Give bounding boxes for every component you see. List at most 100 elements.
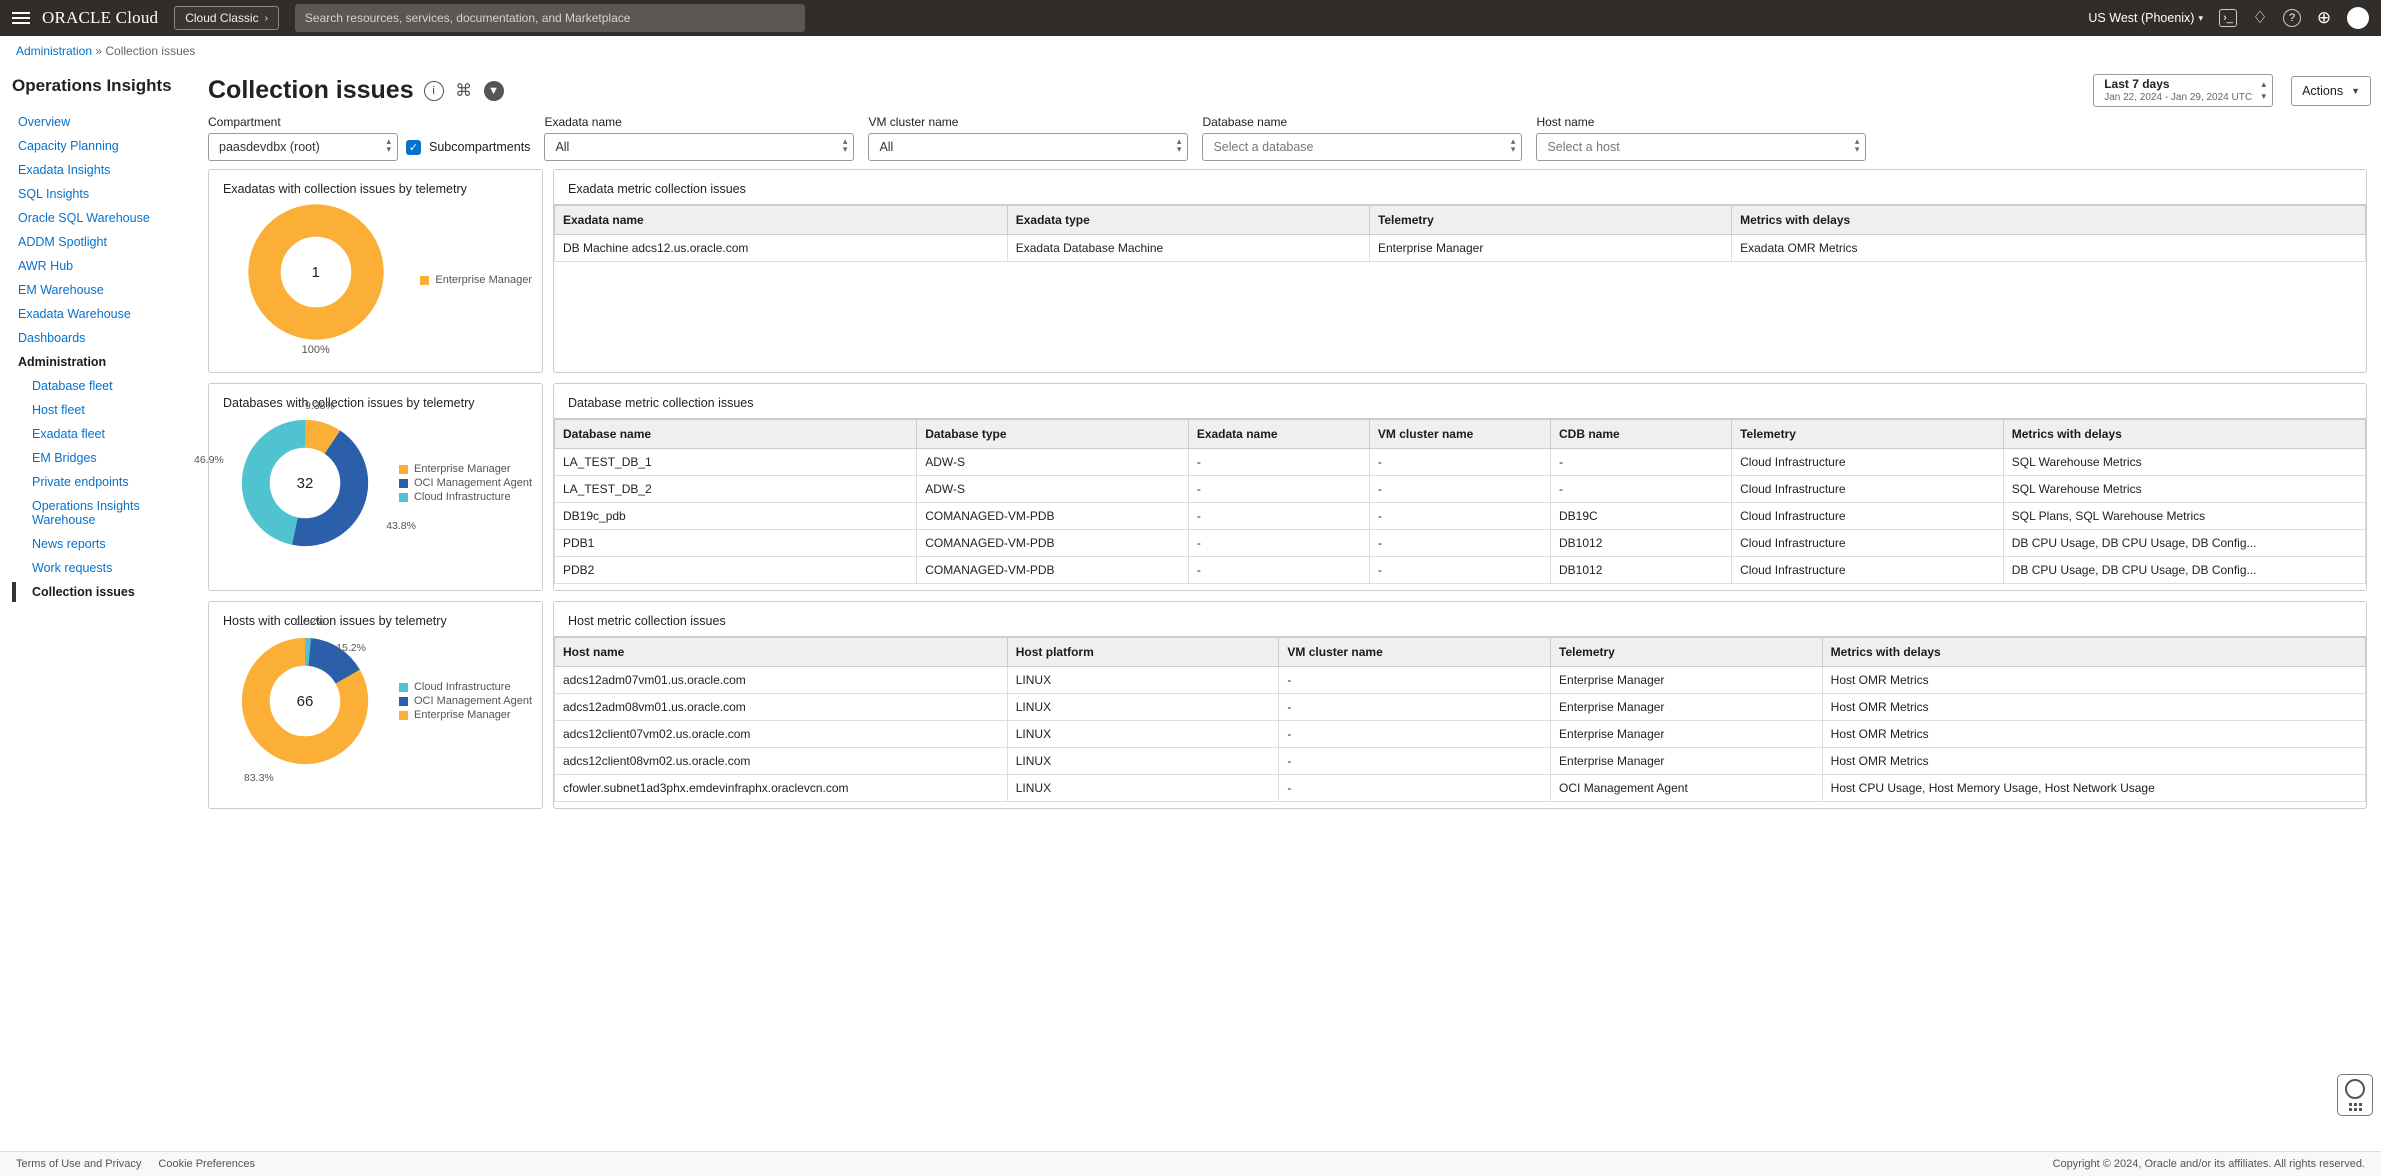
host-metric-table[interactable]: Host nameHost platformVM cluster nameTel… <box>554 637 2366 802</box>
table-header[interactable]: VM cluster name <box>1369 420 1550 449</box>
table-row[interactable]: adcs12client07vm02.us.oracle.comLINUX-En… <box>555 721 2366 748</box>
table-header[interactable]: Host platform <box>1007 638 1279 667</box>
hosts-donut-chart[interactable]: 66 1.52% 15.2% 83.3% <box>240 636 370 766</box>
compartment-select[interactable]: paasdevdbx (root)▴▾ <box>208 133 398 161</box>
table-row[interactable]: PDB2COMANAGED-VM-PDB--DB1012Cloud Infras… <box>555 557 2366 584</box>
table-header[interactable]: Exadata name <box>1188 420 1369 449</box>
panel-exadata-table: Exadata metric collection issues Exadata… <box>553 169 2367 373</box>
language-globe-icon[interactable]: ⊕ <box>2315 9 2333 27</box>
legend-item[interactable]: Cloud Infrastructure <box>399 681 532 693</box>
databases-donut-chart[interactable]: 32 9.38% 43.8% 46.9% <box>240 418 370 548</box>
cloud-classic-button[interactable]: Cloud Classic› <box>174 6 279 30</box>
cookie-prefs-link[interactable]: Cookie Preferences <box>158 1158 255 1170</box>
sidebar-item-dashboards[interactable]: Dashboards <box>12 326 200 350</box>
nav-menu-button[interactable] <box>12 9 30 27</box>
notifications-icon[interactable]: ♢ <box>2251 9 2269 27</box>
panel-hosts-chart: Hosts with collection issues by telemetr… <box>208 601 543 809</box>
sidebar-item-capacity-planning[interactable]: Capacity Planning <box>12 134 200 158</box>
table-header[interactable]: CDB name <box>1551 420 1732 449</box>
breadcrumb-administration-link[interactable]: Administration <box>16 44 92 58</box>
table-cell: LINUX <box>1007 667 1279 694</box>
exadatas-donut-chart[interactable]: 1 <box>248 204 384 340</box>
subcompartments-checkbox[interactable]: ✓ <box>406 140 421 155</box>
table-header[interactable]: Exadata type <box>1007 206 1369 235</box>
table-header[interactable]: Metrics with delays <box>1732 206 2366 235</box>
table-cell: ADW-S <box>917 476 1189 503</box>
table-header[interactable]: Host name <box>555 638 1008 667</box>
sidebar-item-news-reports[interactable]: News reports <box>12 532 200 556</box>
table-row[interactable]: adcs12adm07vm01.us.oracle.comLINUX-Enter… <box>555 667 2366 694</box>
table-row[interactable]: LA_TEST_DB_2ADW-S---Cloud Infrastructure… <box>555 476 2366 503</box>
sidebar-item-exadata-warehouse[interactable]: Exadata Warehouse <box>12 302 200 326</box>
table-row[interactable]: adcs12client08vm02.us.oracle.comLINUX-En… <box>555 748 2366 775</box>
sidebar-item-work-requests[interactable]: Work requests <box>12 556 200 580</box>
info-icon[interactable]: i <box>424 81 444 101</box>
legend-item[interactable]: OCI Management Agent <box>399 477 532 489</box>
sidebar-item-em-warehouse[interactable]: EM Warehouse <box>12 278 200 302</box>
sidebar-item-sql-insights[interactable]: SQL Insights <box>12 182 200 206</box>
legend-item[interactable]: Enterprise Manager <box>399 709 532 721</box>
filter-icon[interactable]: ▼ <box>484 81 504 101</box>
table-header[interactable]: Telemetry <box>1551 638 1823 667</box>
sidebar-item-awr-hub[interactable]: AWR Hub <box>12 254 200 278</box>
legend: Enterprise Manager OCI Management Agent … <box>399 461 532 505</box>
sidebar-item-em-bridges[interactable]: EM Bridges <box>12 446 200 470</box>
actions-menu-button[interactable]: Actions▼ <box>2291 76 2371 106</box>
table-header[interactable]: Metrics with delays <box>2003 420 2365 449</box>
legend-item[interactable]: Enterprise Manager <box>420 274 532 286</box>
table-header[interactable]: Database name <box>555 420 917 449</box>
table-row[interactable]: DB Machine adcs12.us.oracle.comExadata D… <box>555 235 2366 262</box>
vmcluster-name-label: VM cluster name <box>868 115 1188 129</box>
region-selector[interactable]: US West (Phoenix)▾ <box>2086 7 2205 29</box>
table-cell: adcs12adm08vm01.us.oracle.com <box>555 694 1008 721</box>
donut-bottom-label: 100% <box>219 344 412 356</box>
table-cell: Host OMR Metrics <box>1822 694 2365 721</box>
sidebar-item-oracle-sql-warehouse[interactable]: Oracle SQL Warehouse <box>12 206 200 230</box>
table-cell: - <box>1188 557 1369 584</box>
sidebar-item-host-fleet[interactable]: Host fleet <box>12 398 200 422</box>
table-header[interactable]: Metrics with delays <box>1822 638 2365 667</box>
table-cell: Exadata OMR Metrics <box>1732 235 2366 262</box>
table-row[interactable]: LA_TEST_DB_1ADW-S---Cloud Infrastructure… <box>555 449 2366 476</box>
user-avatar[interactable] <box>2347 7 2369 29</box>
sidebar-item-database-fleet[interactable]: Database fleet <box>12 374 200 398</box>
sidebar-item-exadata-insights[interactable]: Exadata Insights <box>12 158 200 182</box>
table-cell: - <box>1279 775 1551 802</box>
host-name-select[interactable]: Select a host▴▾ <box>1536 133 1866 161</box>
legend-item[interactable]: Cloud Infrastructure <box>399 491 532 503</box>
dev-tools-icon[interactable]: ›_ <box>2219 9 2237 27</box>
compartment-tree-icon[interactable]: ⌘ <box>454 81 474 101</box>
help-icon[interactable]: ? <box>2283 9 2301 27</box>
sidebar-item-operations-insights-warehouse[interactable]: Operations Insights Warehouse <box>12 494 200 532</box>
sidebar-item-collection-issues[interactable]: Collection issues <box>12 580 200 604</box>
table-header[interactable]: Telemetry <box>1732 420 2004 449</box>
sidebar-item-administration[interactable]: Administration <box>12 350 200 374</box>
database-metric-table[interactable]: Database nameDatabase typeExadata nameVM… <box>554 419 2366 584</box>
table-row[interactable]: adcs12adm08vm01.us.oracle.comLINUX-Enter… <box>555 694 2366 721</box>
table-row[interactable]: PDB1COMANAGED-VM-PDB--DB1012Cloud Infras… <box>555 530 2366 557</box>
table-cell: - <box>1188 449 1369 476</box>
exadata-name-select[interactable]: All▴▾ <box>544 133 854 161</box>
sidebar-item-exadata-fleet[interactable]: Exadata fleet <box>12 422 200 446</box>
vmcluster-name-select[interactable]: All▴▾ <box>868 133 1188 161</box>
sidebar-item-addm-spotlight[interactable]: ADDM Spotlight <box>12 230 200 254</box>
exadata-metric-table[interactable]: Exadata nameExadata typeTelemetryMetrics… <box>554 205 2366 262</box>
support-widget[interactable] <box>2337 1074 2373 1116</box>
legend-item[interactable]: OCI Management Agent <box>399 695 532 707</box>
table-row[interactable]: DB19c_pdbCOMANAGED-VM-PDB--DB19CCloud In… <box>555 503 2366 530</box>
table-header[interactable]: Database type <box>917 420 1189 449</box>
legend-item[interactable]: Enterprise Manager <box>399 463 532 475</box>
table-cell: Enterprise Manager <box>1369 235 1731 262</box>
global-search-input[interactable] <box>295 4 805 32</box>
table-header[interactable]: VM cluster name <box>1279 638 1551 667</box>
table-header[interactable]: Exadata name <box>555 206 1008 235</box>
table-header[interactable]: Telemetry <box>1369 206 1731 235</box>
table-cell: PDB1 <box>555 530 917 557</box>
sidebar-item-overview[interactable]: Overview <box>12 110 200 134</box>
sidebar-item-private-endpoints[interactable]: Private endpoints <box>12 470 200 494</box>
database-name-select[interactable]: Select a database▴▾ <box>1202 133 1522 161</box>
terms-link[interactable]: Terms of Use and Privacy <box>16 1158 141 1170</box>
time-range-picker[interactable]: Last 7 days Jan 22, 2024 - Jan 29, 2024 … <box>2093 74 2273 107</box>
oracle-cloud-logo[interactable]: ORACLE Cloud <box>42 8 158 28</box>
table-row[interactable]: cfowler.subnet1ad3phx.emdevinfraphx.orac… <box>555 775 2366 802</box>
